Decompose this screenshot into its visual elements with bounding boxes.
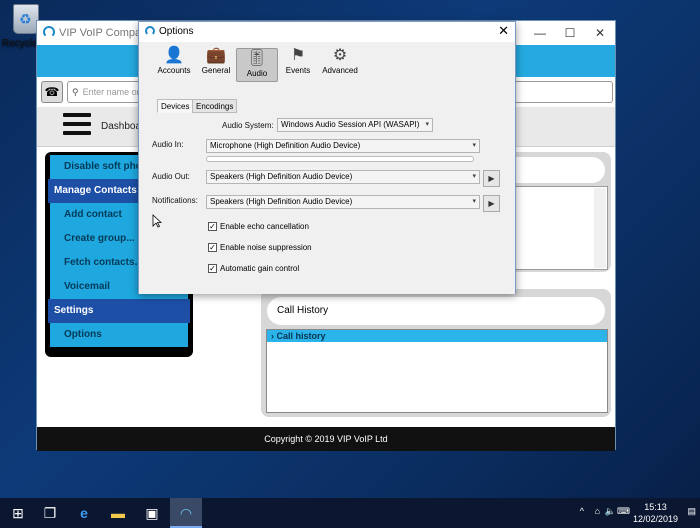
- notifications-icon[interactable]: ▤: [687, 506, 696, 517]
- taskbar: ⊞ ❐ e ▬ ▣ ◠ ^ ⌂ 🔈 ⌨ 15:13 12/02/2019 ▤: [0, 498, 700, 528]
- play-notifications-button[interactable]: ▶: [483, 195, 500, 212]
- mixer-sliders-icon: 🎚: [246, 50, 268, 67]
- menu-item-options[interactable]: Options: [50, 323, 188, 347]
- audio-system-value: Windows Audio Session API (WASAPI): [281, 120, 420, 129]
- notifications-value: Speakers (High Definition Audio Device): [210, 197, 353, 206]
- search-icon: ⚲: [72, 86, 79, 97]
- toolbar-advanced-label: Advanced: [322, 66, 358, 75]
- chevron-down-icon: ▾: [425, 121, 429, 128]
- user-icon: 👤: [164, 47, 184, 64]
- briefcase-icon: 💼: [206, 47, 226, 64]
- checkmark-icon: ✓: [208, 222, 217, 231]
- notifications-select[interactable]: Speakers (High Definition Audio Device) …: [206, 195, 480, 209]
- edge-browser-icon[interactable]: e: [68, 498, 100, 528]
- audio-out-select[interactable]: Speakers (High Definition Audio Device) …: [206, 170, 480, 184]
- toolbar-events-button[interactable]: ⚑ Events: [277, 46, 319, 82]
- input-level-meter: [206, 156, 474, 162]
- gear-icon: ⚙: [332, 47, 348, 64]
- menu-header-settings: Settings: [48, 299, 190, 323]
- call-history-node[interactable]: › Call history: [267, 330, 607, 342]
- voip-companion-taskbar-icon[interactable]: ◠: [170, 498, 202, 528]
- file-explorer-icon[interactable]: ▬: [102, 498, 134, 528]
- dialog-close-button[interactable]: ✕: [498, 23, 509, 39]
- checkmark-icon: ✓: [208, 243, 217, 252]
- play-audio-out-button[interactable]: ▶: [483, 170, 500, 187]
- task-view-icon[interactable]: ❐: [34, 498, 66, 528]
- options-dialog: Options ✕ 👤 Accounts 💼 General 🎚 Audio ⚑…: [138, 21, 516, 294]
- clock[interactable]: 15:13 12/02/2019: [633, 501, 678, 525]
- network-icon[interactable]: ⌂: [595, 506, 600, 516]
- chevron-down-icon: ▾: [472, 173, 476, 180]
- chevron-right-icon: ›: [271, 331, 274, 341]
- audio-out-label: Audio Out:: [152, 172, 190, 181]
- clock-time: 15:13: [644, 502, 667, 512]
- toolbar-accounts-label: Accounts: [157, 66, 191, 75]
- start-windows-icon[interactable]: ⊞: [2, 498, 34, 528]
- minimize-button[interactable]: —: [525, 21, 555, 45]
- chevron-down-icon: ▾: [472, 142, 476, 149]
- hamburger-menu-icon[interactable]: [63, 113, 91, 137]
- audio-in-select[interactable]: Microphone (High Definition Audio Device…: [206, 139, 480, 153]
- mouse-cursor-icon: [152, 214, 162, 228]
- toolbar-audio-button[interactable]: 🎚 Audio: [236, 48, 278, 82]
- tab-encodings[interactable]: Encodings: [192, 99, 238, 113]
- audio-in-label: Audio In:: [152, 140, 184, 149]
- call-history-title: Call History: [267, 297, 605, 325]
- dialog-title-bar: Options ✕: [139, 22, 515, 42]
- keyboard-icon[interactable]: ⌨: [617, 506, 630, 517]
- audio-out-value: Speakers (High Definition Audio Device): [210, 172, 353, 181]
- automatic-gain-checkbox[interactable]: ✓ Automatic gain control: [208, 264, 299, 273]
- audio-system-label: Audio System:: [222, 121, 274, 130]
- toolbar-audio-label: Audio: [246, 69, 268, 78]
- noise-suppression-label: Enable noise suppression: [220, 243, 312, 252]
- checkmark-icon: ✓: [208, 264, 217, 273]
- audio-system-select[interactable]: Windows Audio Session API (WASAPI) ▾: [277, 118, 433, 132]
- clock-date: 12/02/2019: [632, 514, 678, 524]
- tab-devices[interactable]: Devices: [157, 99, 194, 113]
- phone-dial-button[interactable]: ☎: [41, 81, 63, 103]
- maximize-button[interactable]: ☐: [555, 21, 585, 45]
- noise-suppression-checkbox[interactable]: ✓ Enable noise suppression: [208, 243, 312, 252]
- notifications-label: Notifications:: [152, 196, 198, 205]
- flag-icon: ⚑: [290, 47, 306, 64]
- dialog-logo-icon: [145, 26, 155, 36]
- volume-icon[interactable]: 🔈: [605, 506, 616, 517]
- toolbar-accounts-button[interactable]: 👤 Accounts: [153, 46, 195, 82]
- footer-copyright: Copyright © 2019 VIP VoIP Ltd: [37, 427, 615, 451]
- audio-in-value: Microphone (High Definition Audio Device…: [210, 141, 361, 150]
- toolbar-events-label: Events: [285, 66, 311, 75]
- recycle-bin-label: Recycle: [2, 38, 38, 49]
- close-button[interactable]: ✕: [585, 21, 615, 45]
- chevron-up-icon[interactable]: ^: [580, 506, 584, 516]
- call-history-node-label: Call history: [276, 331, 326, 341]
- echo-cancellation-label: Enable echo cancellation: [220, 222, 309, 231]
- chevron-down-icon: ▾: [472, 198, 476, 205]
- dialog-title: Options: [159, 26, 194, 37]
- toolbar-advanced-button[interactable]: ⚙ Advanced: [319, 46, 361, 82]
- toolbar-general-label: General: [201, 66, 231, 75]
- automatic-gain-label: Automatic gain control: [220, 264, 300, 273]
- app-window-icon[interactable]: ▣: [136, 498, 168, 528]
- app-logo-icon: [43, 26, 55, 38]
- toolbar-general-button[interactable]: 💼 General: [195, 46, 237, 82]
- contacts-scrollbar[interactable]: [594, 188, 606, 268]
- echo-cancellation-checkbox[interactable]: ✓ Enable echo cancellation: [208, 222, 309, 231]
